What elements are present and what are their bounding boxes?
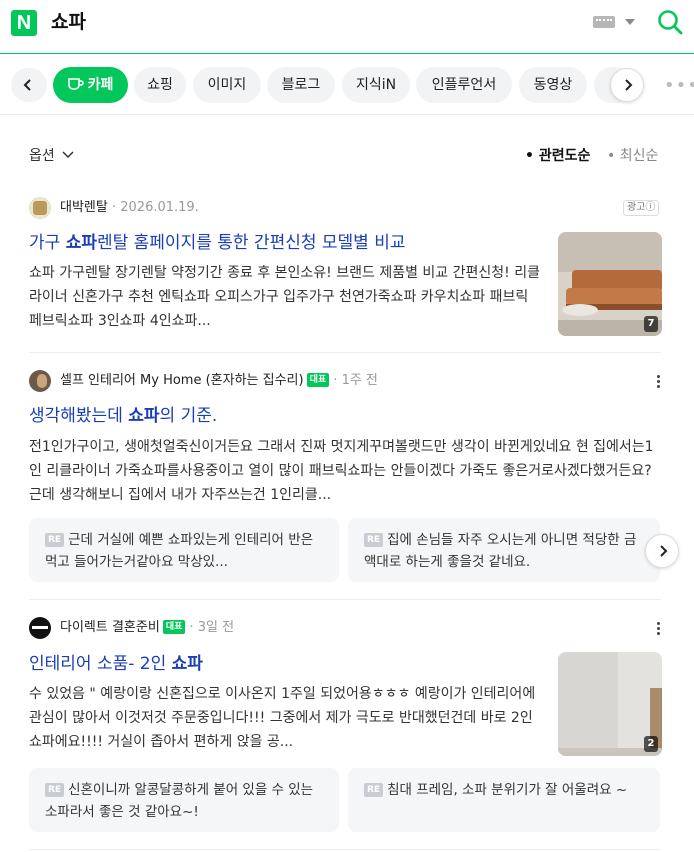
more-tabs-icon[interactable]: ••• <box>664 77 694 95</box>
avatar[interactable] <box>29 197 51 219</box>
tab-label: 카페 <box>87 77 114 93</box>
caret-down-icon[interactable] <box>625 19 635 25</box>
source-name: 다이렉트 결혼준비 <box>60 620 160 635</box>
ad-badge[interactable]: 광고ⓘ <box>623 200 660 216</box>
keyboard-icon[interactable] <box>593 16 615 28</box>
tab-cafe[interactable]: 카페 <box>53 67 128 103</box>
title-highlight: 쇼파 <box>171 654 203 674</box>
chevron-left-icon <box>23 79 31 91</box>
reply-text: 집에 손님들 자주 오시는게 아니면 적당한 금액대로 하는게 좋을것 같네요. <box>364 532 637 570</box>
result-title[interactable]: 가구 쇼파렌탈 홈페이지를 통한 간편신청 모델별 비교 <box>29 231 406 255</box>
title-text: 의 기준. <box>159 406 218 426</box>
more-options-icon[interactable] <box>657 622 661 636</box>
result-source[interactable]: 셀프 인테리어 My Home (혼자하는 집수리) 대표 · 1주 전 <box>60 371 378 391</box>
search-header: N 쇼파 <box>0 0 694 54</box>
reply-preview[interactable]: RE 신혼이니까 알콩달콩하게 붙어 있을 수 있는 소파라서 좋은 것 같아요~… <box>29 768 339 832</box>
divider <box>29 849 661 850</box>
reply-text: 침대 프레임, 소파 분위기가 잘 어울려요 ~ <box>387 782 628 798</box>
title-highlight: 쇼파 <box>65 233 97 253</box>
tabs-prev-button[interactable] <box>11 68 47 102</box>
result-description[interactable]: 전1인가구이고, 생애첫얼죽신이거든요 그래서 진짜 멋지게꾸며볼랫드만 생각이… <box>29 435 662 507</box>
tab-image[interactable]: 이미지 <box>193 67 261 103</box>
title-text: 렌탈 홈페이지를 통한 간편신청 모델별 비교 <box>96 233 406 253</box>
source-name: 대박렌탈 <box>60 200 108 215</box>
tab-kin[interactable]: 지식iN <box>342 67 410 103</box>
tab-shopping[interactable]: 쇼핑 <box>134 67 186 103</box>
options-toggle[interactable]: 옵션 <box>29 145 74 165</box>
re-tag: RE <box>364 533 384 547</box>
search-icon[interactable] <box>656 8 684 36</box>
result-description[interactable]: 쇼파 가구렌탈 장기렌탈 약정기간 종료 후 본인소유! 브랜드 제품별 비교 … <box>29 261 544 333</box>
avatar[interactable] <box>29 370 51 392</box>
re-tag: RE <box>364 783 384 797</box>
tab-influencer[interactable]: 인플루언서 <box>416 67 512 103</box>
post-date: 1주 전 <box>341 373 378 388</box>
chevron-right-icon <box>625 79 633 91</box>
source-name: 셀프 인테리어 My Home (혼자하는 집수리) <box>60 373 304 388</box>
avatar[interactable] <box>29 617 51 639</box>
result-title[interactable]: 생각해봤는데 쇼파의 기준. <box>29 404 217 428</box>
title-highlight: 쇼파 <box>128 406 160 426</box>
tab-blog[interactable]: 블로그 <box>267 67 335 103</box>
result-source[interactable]: 대박렌탈 · 2026.01.19. <box>60 198 199 218</box>
sort-relevance[interactable]: • 관련도순 <box>525 145 590 165</box>
title-text: 인테리어 소품- 2인 <box>29 654 172 674</box>
cafe-cup-icon <box>67 78 84 90</box>
more-options-icon[interactable] <box>657 375 661 389</box>
image-count-badge: 2 <box>644 736 658 752</box>
title-text: 생각해봤는데 <box>29 406 129 426</box>
tab-video[interactable]: 동영상 <box>519 67 587 103</box>
image-count-badge: 7 <box>644 316 658 332</box>
reply-preview[interactable]: RE 집에 손님들 자주 오시는게 아니면 적당한 금액대로 하는게 좋을것 같네… <box>348 518 660 582</box>
reply-text: 신혼이니까 알콩달콩하게 붙어 있을 수 있는 소파라서 좋은 것 같아요~! <box>45 782 314 820</box>
chevron-right-icon <box>660 545 668 557</box>
search-query[interactable]: 쇼파 <box>51 9 86 35</box>
rep-badge: 대표 <box>306 373 330 387</box>
vertical-tabs: 카페 쇼핑 이미지 블로그 지식iN 인플루언서 동영상 ••• <box>0 55 694 115</box>
options-label: 옵션 <box>29 148 55 164</box>
result-thumbnail[interactable]: 7 <box>558 232 662 336</box>
replies-next-button[interactable] <box>645 534 679 568</box>
reply-text: 근데 거실에 예쁜 쇼파있는게 인테리어 반은 먹고 들어가는거같아요 막상있.… <box>45 532 314 570</box>
tabs-next-button[interactable] <box>610 68 644 102</box>
re-tag: RE <box>45 783 65 797</box>
chevron-down-icon <box>62 151 74 159</box>
result-thumbnail[interactable]: 2 <box>558 652 662 756</box>
divider <box>29 352 661 353</box>
post-date: 3일 전 <box>197 620 235 635</box>
title-text: 가구 <box>29 233 66 253</box>
sort-recent[interactable]: • 최신순 <box>607 145 658 165</box>
reply-preview[interactable]: RE 근데 거실에 예쁜 쇼파있는게 인테리어 반은 먹고 들어가는거같아요 막상… <box>29 518 339 582</box>
naver-logo[interactable]: N <box>11 10 37 36</box>
result-source[interactable]: 다이렉트 결혼준비 대표 · 3일 전 <box>60 618 234 638</box>
divider <box>29 599 661 600</box>
rep-badge: 대표 <box>162 620 186 634</box>
result-title[interactable]: 인테리어 소품- 2인 쇼파 <box>29 652 203 676</box>
result-description[interactable]: 수 있었음 " 예랑이랑 신혼집으로 이사온지 1주일 되었어용ㅎㅎㅎ 예랑이가… <box>29 682 544 754</box>
post-date: 2026.01.19. <box>120 200 199 215</box>
re-tag: RE <box>45 533 65 547</box>
reply-preview[interactable]: RE 침대 프레임, 소파 분위기가 잘 어울려요 ~ <box>348 768 660 832</box>
